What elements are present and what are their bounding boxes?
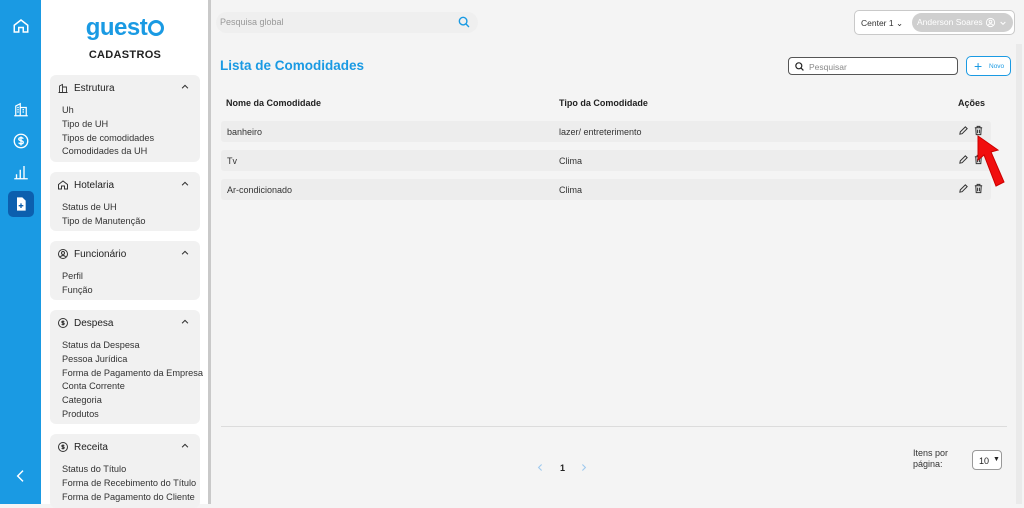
chevron-right-icon[interactable] (579, 462, 588, 473)
chevron-up-icon[interactable] (180, 248, 190, 258)
home-icon (58, 180, 68, 190)
section-receita: Receita Status do Título Forma de Recebi… (50, 434, 200, 508)
section-funcionario: Funcionário Perfil Função (50, 241, 200, 300)
edit-icon[interactable] (958, 125, 969, 136)
dollar-icon[interactable] (0, 127, 41, 155)
column-header-name: Nome da Comodidade (226, 98, 322, 108)
nav-rail (0, 0, 41, 504)
footer-divider (221, 426, 1007, 427)
chevron-down-icon (1000, 21, 1006, 26)
sidebar-item-forma-pagamento-cliente[interactable]: Forma de Pagamento do Cliente (62, 491, 200, 505)
sidebar-item-funcao[interactable]: Função (62, 284, 200, 298)
sidebar-item-status-despesa[interactable]: Status da Despesa (62, 339, 200, 353)
table-row: Tv Clima (221, 150, 991, 171)
sidebar-item-tipo-manutencao[interactable]: Tipo de Manutenção (62, 215, 200, 229)
sidebar: guest CADASTROS Estrutura Uh Tipo de UH … (41, 0, 211, 508)
sidebar-item-perfil[interactable]: Perfil (62, 270, 200, 284)
sidebar-item-categoria[interactable]: Categoria (62, 394, 200, 408)
table-row: banheiro lazer/ entreterimento (221, 121, 991, 142)
logo: guest (41, 14, 209, 42)
section-header-funcionario[interactable]: Funcionário (50, 241, 200, 267)
dollar-circle-icon (58, 442, 68, 452)
section-hotelaria: Hotelaria Status de UH Tipo de Manutençã… (50, 172, 200, 231)
sidebar-title: CADASTROS (88, 49, 162, 61)
user-circle-icon (58, 249, 68, 259)
user-menu: Center 1 ⌄ Anderson Soares (854, 10, 1015, 35)
chevron-left-icon[interactable] (536, 462, 545, 473)
sidebar-item-uh[interactable]: Uh (62, 104, 200, 118)
page-title: Lista de Comodidades (220, 58, 365, 73)
plus-icon: + (974, 58, 983, 74)
section-header-despesa[interactable]: Despesa (50, 310, 200, 336)
page-number[interactable]: 1 (560, 463, 565, 473)
sidebar-item-forma-pagamento-empresa[interactable]: Forma de Pagamento da Empresa (62, 367, 203, 381)
search-icon[interactable] (457, 15, 471, 29)
sidebar-item-produtos[interactable]: Produtos (62, 408, 200, 422)
chevron-up-icon[interactable] (180, 317, 190, 327)
search-icon (795, 62, 804, 71)
section-header-receita[interactable]: Receita (50, 434, 200, 460)
sidebar-item-tipo-uh[interactable]: Tipo de UH (62, 118, 200, 132)
new-button[interactable]: + Novo (966, 56, 1011, 76)
edit-icon[interactable] (958, 183, 969, 194)
sidebar-item-tipos-comodidades[interactable]: Tipos de comodidades (62, 132, 200, 146)
global-search-input[interactable]: Pesquisa global (216, 12, 478, 33)
table-row: Ar-condicionado Clima (221, 179, 991, 200)
building-icon[interactable] (0, 95, 41, 123)
per-page-label: Itens por página: (913, 448, 949, 469)
dollar-circle-icon (58, 318, 68, 328)
chevron-up-icon[interactable] (180, 82, 190, 92)
chevron-left-icon[interactable] (0, 462, 41, 490)
sidebar-item-status-uh[interactable]: Status de UH (62, 201, 200, 215)
building-icon (58, 83, 68, 93)
sidebar-item-comodidades-uh[interactable]: Comodidades da UH (62, 145, 200, 159)
chevron-up-icon[interactable] (180, 179, 190, 189)
table-search-input[interactable]: Pesquisar (788, 57, 958, 75)
sidebar-item-conta-corrente[interactable]: Conta Corrente (62, 380, 200, 394)
column-header-actions: Ações (958, 98, 986, 108)
scrollbar[interactable] (1016, 44, 1022, 504)
section-header-estrutura[interactable]: Estrutura (50, 75, 200, 101)
home-icon[interactable] (0, 12, 41, 40)
sidebar-item-forma-recebimento[interactable]: Forma de Recebimento do Título (62, 477, 200, 491)
edit-icon[interactable] (958, 154, 969, 165)
user-circle-icon (985, 17, 996, 28)
per-page-select[interactable]: 10 ▼ (972, 450, 1002, 470)
column-header-type: Tipo da Comodidade (559, 98, 648, 108)
sidebar-item-pessoa-juridica[interactable]: Pessoa Jurídica (62, 353, 200, 367)
add-document-icon[interactable] (0, 190, 41, 218)
chevron-down-icon: ▼ (993, 456, 1000, 463)
center-select[interactable]: Center 1 ⌄ (861, 18, 903, 29)
section-despesa: Despesa Status da Despesa Pessoa Jurídic… (50, 310, 203, 424)
red-arrow-annotation (977, 135, 1005, 187)
sidebar-item-status-titulo[interactable]: Status do Título (62, 463, 200, 477)
section-estrutura: Estrutura Uh Tipo de UH Tipos de comodid… (50, 75, 200, 162)
bar-chart-icon[interactable] (0, 158, 41, 186)
user-pill[interactable]: Anderson Soares (912, 13, 1013, 32)
chevron-up-icon[interactable] (180, 441, 190, 451)
section-header-hotelaria[interactable]: Hotelaria (50, 172, 200, 198)
